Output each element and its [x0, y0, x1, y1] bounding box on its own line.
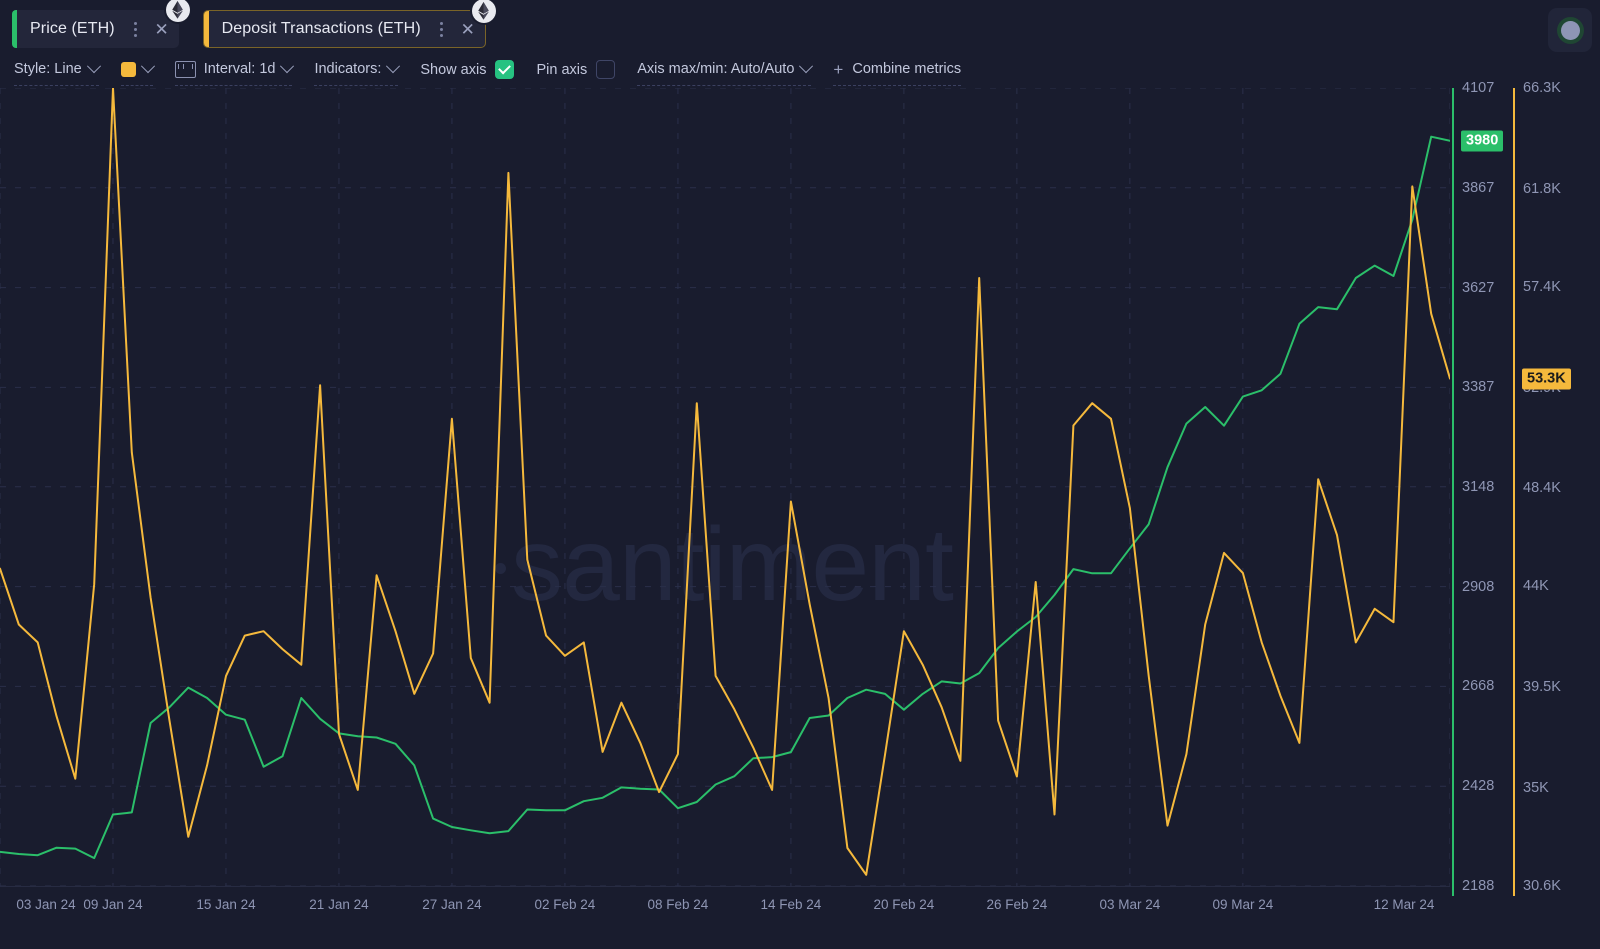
check-icon	[499, 62, 512, 75]
pin-axis-label: Pin axis	[536, 62, 587, 78]
ethereum-icon	[472, 0, 496, 23]
y-axis-tick-label: 30.6K	[1523, 878, 1561, 894]
y-axis-tick-label: 35K	[1523, 780, 1549, 796]
pin-axis-checkbox[interactable]	[596, 60, 615, 79]
x-axis-tick-label: 09 Jan 24	[83, 897, 142, 912]
combine-metrics-label: Combine metrics	[852, 61, 961, 77]
y-axis-tick-label: 44K	[1523, 578, 1549, 594]
show-axis-checkbox[interactable]	[495, 60, 514, 79]
interval-selector[interactable]: Interval: 1d	[175, 56, 293, 86]
y-axis-tick-label: 3387	[1462, 379, 1494, 395]
metric-tab-close-icon[interactable]: ✕	[451, 21, 485, 38]
metric-tab-label: Deposit Transactions (ETH)	[209, 20, 433, 38]
interval-selector-label: Interval: 1d	[204, 61, 276, 77]
metric-tab-price-eth[interactable]: Price (ETH) ✕	[12, 10, 179, 48]
metric-tab-close-icon[interactable]: ✕	[145, 21, 179, 38]
ethereum-icon	[166, 0, 190, 22]
y-axis-deposit-transactions-eth[interactable]: 66.3K61.8K57.4K52.9K48.4K44K39.5K35K30.6…	[1513, 88, 1583, 896]
y-axis-current-value-badge: 53.3K	[1522, 368, 1571, 389]
series-line-deposit-transactions-eth	[0, 88, 1450, 875]
y-axis-tick-label: 2188	[1462, 878, 1494, 894]
metric-tab-menu-icon[interactable]	[433, 22, 451, 37]
metric-tab-label: Price (ETH)	[17, 20, 127, 38]
x-axis-tick-label: 27 Jan 24	[422, 897, 481, 912]
style-selector[interactable]: Style: Line	[14, 56, 99, 86]
x-axis-tick-label: 12 Mar 24	[1374, 897, 1435, 912]
y-axis-line	[1452, 88, 1454, 896]
color-swatch	[121, 62, 136, 77]
y-axis-tick-label: 61.8K	[1523, 181, 1561, 197]
x-axis-tick-label: 03 Mar 24	[1099, 897, 1160, 912]
metric-tab-deposit-transactions-eth[interactable]: Deposit Transactions (ETH) ✕	[203, 10, 486, 48]
record-indicator-icon	[1561, 21, 1580, 40]
y-axis-current-value-badge: 3980	[1461, 130, 1503, 151]
y-axis-tick-label: 66.3K	[1523, 80, 1561, 96]
x-axis-tick-label: 21 Jan 24	[309, 897, 368, 912]
y-axis-tick-label: 3627	[1462, 280, 1494, 296]
y-axis-tick-label: 57.4K	[1523, 279, 1561, 295]
axis-minmax-label: Axis max/min: Auto/Auto	[637, 61, 794, 77]
y-axis-tick-label: 48.4K	[1523, 480, 1561, 496]
y-axis-price-eth[interactable]: 4107386736273387314829082668242821883980	[1452, 88, 1522, 896]
chevron-down-icon	[386, 59, 400, 73]
indicators-selector-label: Indicators:	[314, 61, 381, 77]
show-axis-toggle[interactable]: Show axis	[420, 57, 514, 86]
indicators-selector[interactable]: Indicators:	[314, 56, 398, 86]
style-selector-label: Style: Line	[14, 61, 82, 77]
x-axis-tick-label: 20 Feb 24	[873, 897, 934, 912]
y-axis-tick-label: 3867	[1462, 180, 1494, 196]
chart-plot-area[interactable]: santiment	[0, 88, 1450, 886]
chevron-down-icon	[799, 59, 813, 73]
combine-metrics-button[interactable]: + Combine metrics	[833, 56, 961, 86]
y-axis-tick-label: 39.5K	[1523, 679, 1561, 695]
metric-tab-menu-icon[interactable]	[127, 22, 145, 37]
plus-icon: +	[833, 61, 843, 78]
status-indicator-widget[interactable]	[1548, 8, 1592, 52]
y-axis-tick-label: 2428	[1462, 778, 1494, 794]
x-axis[interactable]: 03 Jan 24 09 Jan 24 15 Jan 24 21 Jan 24 27 J…	[0, 886, 1450, 927]
y-axis-tick-label: 4107	[1462, 80, 1494, 96]
x-axis-tick-label: 26 Feb 24	[986, 897, 1047, 912]
pin-axis-toggle[interactable]: Pin axis	[536, 57, 615, 86]
x-axis-tick-label: 15 Jan 24	[196, 897, 255, 912]
chart-series-svg	[0, 88, 1450, 886]
x-axis-tick-label: 09 Mar 24	[1212, 897, 1273, 912]
x-axis-tick-label: 02 Feb 24	[535, 897, 596, 912]
y-axis-tick-label: 3148	[1462, 479, 1494, 495]
metric-tab-bar: Price (ETH) ✕ Deposit Transactions (ETH)…	[0, 0, 510, 52]
interval-icon	[175, 61, 196, 78]
chevron-down-icon	[87, 59, 101, 73]
x-axis-tick-label: 14 Feb 24	[761, 897, 822, 912]
show-axis-label: Show axis	[420, 62, 486, 78]
ethereum-glyph	[477, 2, 490, 20]
y-axis-line	[1513, 88, 1515, 896]
chevron-down-icon	[141, 59, 155, 73]
y-axis-tick-label: 2908	[1462, 579, 1494, 595]
axis-minmax-selector[interactable]: Axis max/min: Auto/Auto	[637, 56, 811, 86]
y-axis-tick-label: 2668	[1462, 678, 1494, 694]
x-axis-tick-label: 03 Jan 24	[16, 897, 75, 912]
chart-app: Price (ETH) ✕ Deposit Transactions (ETH)…	[0, 0, 1600, 949]
x-axis-tick-label: 08 Feb 24	[648, 897, 709, 912]
series-line-price-eth	[0, 137, 1450, 858]
ethereum-glyph	[171, 1, 184, 19]
chevron-down-icon	[280, 59, 294, 73]
color-selector[interactable]	[121, 56, 153, 86]
chart-toolbar: Style: Line Interval: 1d Indicators: Sho…	[14, 57, 983, 85]
